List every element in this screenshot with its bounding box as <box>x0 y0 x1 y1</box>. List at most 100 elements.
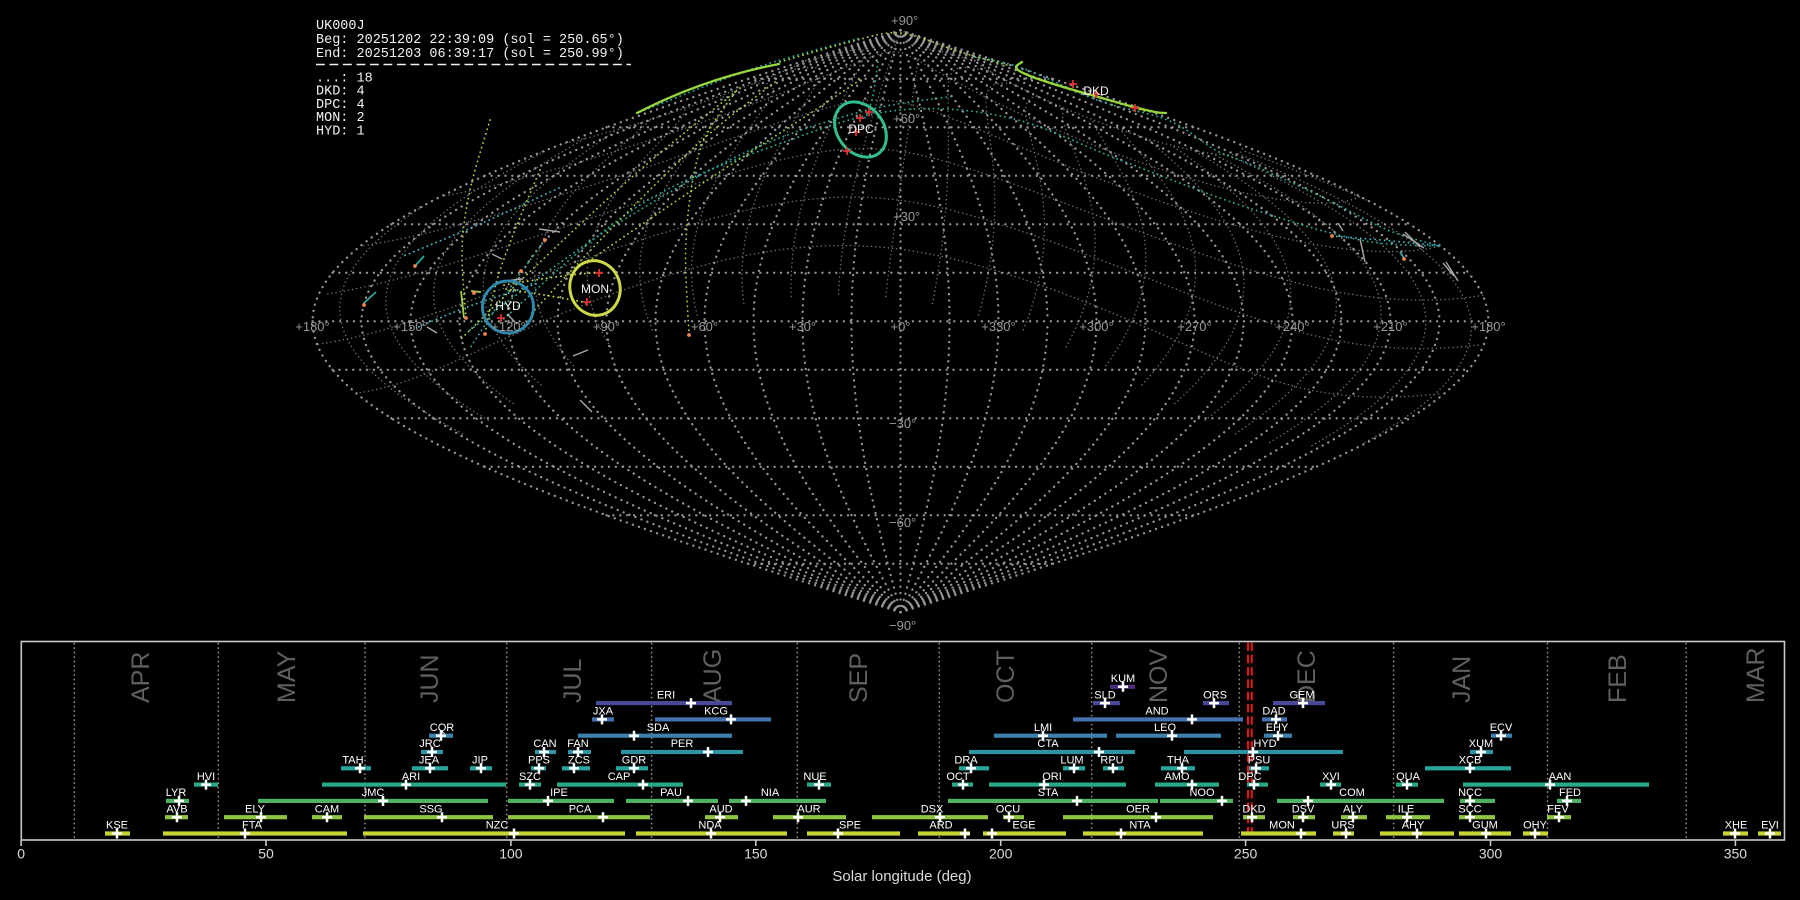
svg-text:NOV: NOV <box>1145 649 1173 704</box>
svg-text:+60°: +60° <box>893 111 920 126</box>
svg-text:+30°: +30° <box>789 319 816 334</box>
svg-text:DAD: DAD <box>1262 706 1285 718</box>
svg-text:SLD: SLD <box>1094 689 1115 701</box>
svg-text:DPC: DPC <box>1238 771 1261 783</box>
svg-text:SPE: SPE <box>839 820 861 832</box>
svg-text:OER: OER <box>1126 803 1150 815</box>
svg-text:DKD: DKD <box>1083 84 1109 98</box>
svg-text:CAP: CAP <box>608 771 631 783</box>
svg-text:DPC: DPC <box>848 122 874 136</box>
svg-text:350: 350 <box>1724 846 1748 862</box>
svg-text:100: 100 <box>499 846 523 862</box>
svg-text:AUD: AUD <box>709 803 732 815</box>
svg-text:LMI: LMI <box>1034 722 1052 734</box>
svg-text:EGE: EGE <box>1012 820 1035 832</box>
svg-text:300: 300 <box>1479 846 1503 862</box>
svg-text:JUN: JUN <box>416 654 444 703</box>
svg-text:DSX: DSX <box>921 803 944 815</box>
svg-text:+60°: +60° <box>691 319 718 334</box>
svg-text:−60°: −60° <box>889 515 916 530</box>
svg-text:JXA: JXA <box>593 706 614 718</box>
svg-text:SSG: SSG <box>419 803 442 815</box>
svg-text:JMC: JMC <box>362 787 385 799</box>
svg-text:QUA: QUA <box>1396 771 1421 783</box>
svg-text:NCC: NCC <box>1458 787 1482 799</box>
svg-text:+0°: +0° <box>890 319 910 334</box>
svg-text:IPE: IPE <box>550 787 568 799</box>
svg-text:GUM: GUM <box>1472 820 1498 832</box>
svg-text:STA: STA <box>1038 787 1059 799</box>
svg-text:CTA: CTA <box>1037 738 1059 750</box>
svg-text:DKD: DKD <box>1242 803 1265 815</box>
svg-text:AMO: AMO <box>1164 771 1190 783</box>
svg-text:ECV: ECV <box>1490 722 1513 734</box>
svg-text:NOO: NOO <box>1189 787 1215 799</box>
svg-text:ELY: ELY <box>245 803 266 815</box>
svg-text:LYR: LYR <box>166 787 187 799</box>
svg-text:HVI: HVI <box>197 771 215 783</box>
svg-text:COM: COM <box>1339 787 1365 799</box>
svg-text:URS: URS <box>1331 820 1354 832</box>
svg-text:SEP: SEP <box>845 653 873 703</box>
svg-text:250: 250 <box>1234 846 1258 862</box>
svg-text:AVB: AVB <box>166 803 187 815</box>
svg-text:NTA: NTA <box>1129 820 1151 832</box>
svg-text:LUM: LUM <box>1060 755 1083 767</box>
svg-text:End: 20251203 06:39:17 (sol =: End: 20251203 06:39:17 (sol = 250.99°) <box>316 47 624 62</box>
svg-text:FAN: FAN <box>567 738 588 750</box>
svg-text:EHY: EHY <box>1266 722 1289 734</box>
svg-text:−90°: −90° <box>889 618 916 633</box>
svg-text:ERI: ERI <box>657 689 675 701</box>
svg-text:KCG: KCG <box>704 706 728 718</box>
svg-text:150: 150 <box>744 846 768 862</box>
svg-text:ILE: ILE <box>1398 803 1415 815</box>
svg-text:ORI: ORI <box>1042 771 1062 783</box>
svg-text:FTA: FTA <box>242 820 263 832</box>
svg-text:NDA: NDA <box>698 820 722 832</box>
svg-text:PER: PER <box>671 738 694 750</box>
svg-text:PCA: PCA <box>569 803 592 815</box>
svg-text:KUM: KUM <box>1111 673 1135 685</box>
svg-text:+30°: +30° <box>893 209 920 224</box>
svg-text:XHE: XHE <box>1725 820 1748 832</box>
svg-text:AUR: AUR <box>797 803 820 815</box>
svg-text:JAN: JAN <box>1448 656 1476 703</box>
svg-text:+210°: +210° <box>1373 319 1407 334</box>
svg-text:+240°: +240° <box>1275 319 1309 334</box>
svg-text:+150°: +150° <box>393 319 427 334</box>
svg-text:CQR: CQR <box>430 722 455 734</box>
svg-text:50: 50 <box>258 846 274 862</box>
svg-text:HYD: HYD <box>1253 738 1276 750</box>
svg-text:DRA: DRA <box>954 755 978 767</box>
svg-text:Beg: 20251202 22:39:09 (sol =: Beg: 20251202 22:39:09 (sol = 250.65°) <box>316 33 624 48</box>
svg-text:FEB: FEB <box>1604 654 1632 703</box>
svg-text:MAR: MAR <box>1742 647 1770 703</box>
svg-text:AND: AND <box>1145 706 1168 718</box>
svg-text:+180°: +180° <box>295 319 329 334</box>
svg-text:XUM: XUM <box>1469 738 1493 750</box>
svg-text:LEO: LEO <box>1154 722 1176 734</box>
svg-text:XVI: XVI <box>1322 771 1340 783</box>
svg-text:PSU: PSU <box>1248 755 1271 767</box>
svg-text:XCB: XCB <box>1459 755 1482 767</box>
svg-text:GDR: GDR <box>622 755 647 767</box>
svg-text:HYD: 1: HYD: 1 <box>316 124 365 139</box>
svg-text:+180°: +180° <box>1471 319 1505 334</box>
svg-text:OCT: OCT <box>992 650 1020 703</box>
svg-text:−30°: −30° <box>889 416 916 431</box>
svg-text:ORS: ORS <box>1203 689 1227 701</box>
svg-text:DSV: DSV <box>1292 803 1315 815</box>
svg-text:+300°: +300° <box>1079 319 1113 334</box>
svg-text:THA: THA <box>1167 755 1190 767</box>
svg-text:AAN: AAN <box>1549 771 1572 783</box>
svg-text:MON: MON <box>1269 820 1295 832</box>
svg-text:+90°: +90° <box>891 13 918 28</box>
svg-text:MAY: MAY <box>273 650 301 703</box>
svg-text:CAN: CAN <box>533 738 556 750</box>
svg-text:GEM: GEM <box>1289 689 1314 701</box>
svg-text:AUG: AUG <box>699 649 727 703</box>
svg-text:OCT: OCT <box>946 771 970 783</box>
svg-text:JUL: JUL <box>559 658 587 703</box>
svg-text:EVI: EVI <box>1761 820 1779 832</box>
svg-text:0: 0 <box>17 846 25 862</box>
